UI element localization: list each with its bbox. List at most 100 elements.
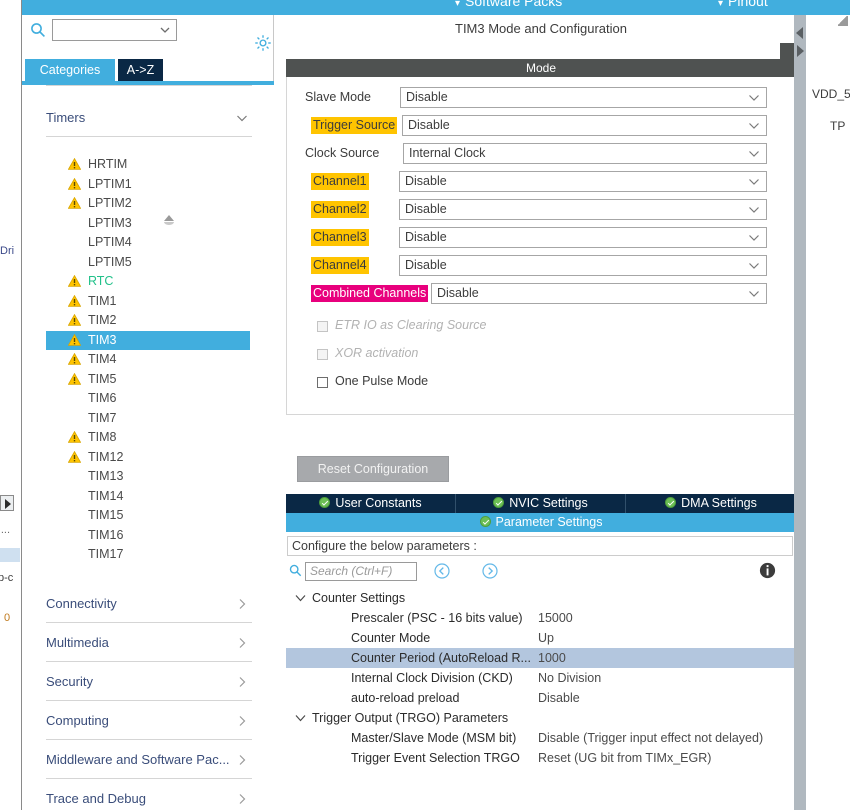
category-row[interactable]: Middleware and Software Pac... — [46, 741, 252, 779]
sidebar-item-tim13[interactable]: TIM13 — [46, 467, 250, 486]
category-timers[interactable]: Timers — [22, 99, 274, 137]
mode-select-value: Disable — [437, 286, 479, 300]
sidebar-item-tim17[interactable]: TIM17 — [46, 545, 250, 564]
sidebar-item-tim5[interactable]: TIM5 — [46, 370, 250, 389]
param-row[interactable]: Counter Period (AutoReload R... 1000 — [286, 648, 796, 668]
param-group-counter-settings[interactable]: Counter Settings — [286, 588, 796, 608]
param-row[interactable]: Counter Mode Up — [286, 628, 796, 648]
mode-select-clock-source[interactable]: Internal Clock — [403, 143, 767, 164]
mode-select-combined-channels[interactable]: Disable — [431, 283, 767, 304]
sidebar-item-lptim5[interactable]: LPTIM5 — [46, 253, 250, 272]
param-value[interactable]: 15000 — [538, 608, 573, 628]
sidebar-item-label: TIM12 — [88, 449, 124, 464]
param-value[interactable]: Reset (UG bit from TIMx_EGR) — [538, 748, 711, 768]
parameter-search-input[interactable]: Search (Ctrl+F) — [305, 562, 417, 581]
warning-icon — [68, 372, 81, 385]
param-value[interactable]: No Division — [538, 668, 601, 688]
sidebar-item-label: TIM3 — [88, 332, 117, 347]
sidebar-item-tim7[interactable]: TIM7 — [46, 409, 250, 428]
chevron-down-icon[interactable] — [295, 593, 306, 603]
tab-parameter-settings[interactable]: Parameter Settings — [286, 513, 796, 532]
param-value[interactable]: Disable (Trigger input effect not delaye… — [538, 728, 763, 748]
sidebar-item-tim12[interactable]: TIM12 — [46, 448, 250, 467]
gear-icon[interactable] — [254, 34, 272, 52]
configuration-tabs-row1: User Constants NVIC Settings DMA Settings — [286, 494, 796, 513]
tab-user-constants[interactable]: User Constants — [286, 494, 456, 513]
category-multimedia[interactable]: Multimedia — [22, 624, 274, 662]
chevron-left-circle-icon[interactable] — [434, 563, 450, 579]
tab-dma-settings[interactable]: DMA Settings — [626, 494, 796, 513]
tab-categories[interactable]: Categories — [25, 59, 115, 81]
category-middleware-and-software-pac[interactable]: Middleware and Software Pac... — [22, 741, 274, 779]
param-group-trigger-output-trgo-parameters[interactable]: Trigger Output (TRGO) Parameters — [286, 708, 796, 728]
mode-select-value: Internal Clock — [409, 146, 486, 160]
category-row[interactable]: Computing — [46, 702, 252, 740]
sidebar-item-lptim4[interactable]: LPTIM4 — [46, 233, 250, 252]
tab-nvic-settings[interactable]: NVIC Settings — [456, 494, 626, 513]
mode-select-channel2[interactable]: Disable — [399, 199, 767, 220]
mode-select-slave-mode[interactable]: Disable — [400, 87, 767, 108]
category-row[interactable]: Timers — [46, 99, 252, 137]
sidebar-item-tim4[interactable]: TIM4 — [46, 350, 250, 369]
sidebar-item-lptim1[interactable]: LPTIM1 — [46, 175, 250, 194]
category-row[interactable]: Connectivity — [46, 585, 252, 623]
param-row[interactable]: Master/Slave Mode (MSM bit) Disable (Trig… — [286, 728, 796, 748]
param-row[interactable]: Internal Clock Division (CKD) No Division — [286, 668, 796, 688]
tab-a-to-z[interactable]: A->Z — [118, 59, 163, 81]
checkbox-one-pulse-mode[interactable] — [317, 377, 328, 388]
sidebar-item-tim8[interactable]: TIM8 — [46, 428, 250, 447]
mode-select-channel4[interactable]: Disable — [399, 255, 767, 276]
chevron-down-icon[interactable] — [295, 713, 306, 723]
sidebar-item-tim1[interactable]: TIM1 — [46, 292, 250, 311]
tab-label: DMA Settings — [681, 496, 757, 510]
param-value[interactable]: Up — [538, 628, 554, 648]
category-row[interactable]: Trace and Debug — [46, 780, 252, 810]
expand-right-arrow-icon[interactable] — [794, 43, 806, 59]
sidebar-item-lptim2[interactable]: LPTIM2 — [46, 194, 250, 213]
param-row[interactable]: Trigger Event Selection TRGO Reset (UG bi… — [286, 748, 796, 768]
tab-label: User Constants — [335, 496, 422, 510]
mode-select-trigger-source[interactable]: Disable — [402, 115, 767, 136]
sidebar-item-tim3[interactable]: TIM3 — [46, 330, 250, 350]
sidebar-item-hrtim[interactable]: HRTIM — [46, 155, 250, 174]
expand-arrow-button[interactable] — [0, 495, 14, 511]
reset-configuration-button[interactable]: Reset Configuration — [297, 456, 449, 482]
sidebar-item-lptim3[interactable]: LPTIM3 — [46, 214, 250, 233]
check-circle-icon — [479, 516, 491, 527]
checkbox-etr-io-as-clearing-source — [317, 321, 328, 332]
mode-row-channel1: Channel1 Disable — [287, 169, 797, 197]
sidebar-item-tim16[interactable]: TIM16 — [46, 526, 250, 545]
info-icon[interactable] — [759, 562, 776, 579]
mode-select-channel3[interactable]: Disable — [399, 227, 767, 248]
mode-and-configuration-panel: TIM3 Mode and Configuration Mode Slave M… — [286, 15, 796, 810]
search-combobox[interactable] — [52, 19, 177, 41]
param-value[interactable]: Disable — [538, 688, 580, 708]
category-row[interactable]: Multimedia — [46, 624, 252, 662]
chevron-right-icon — [239, 794, 246, 804]
menu-item-software-packs[interactable]: ▾ Software Packs — [455, 0, 562, 9]
param-row[interactable]: auto-reload preload Disable — [286, 688, 796, 708]
param-group-label: Trigger Output (TRGO) Parameters — [312, 711, 509, 725]
param-value[interactable]: 1000 — [538, 648, 566, 668]
category-trace-and-debug[interactable]: Trace and Debug — [22, 780, 274, 810]
category-row[interactable]: Security — [46, 663, 252, 701]
sidebar-item-tim2[interactable]: TIM2 — [46, 311, 250, 330]
category-connectivity[interactable]: Connectivity — [22, 585, 274, 623]
category-security[interactable]: Security — [22, 663, 274, 701]
sidebar-item-tim14[interactable]: TIM14 — [46, 487, 250, 506]
sidebar-item-rtc[interactable]: RTC — [46, 272, 250, 291]
chevron-right-circle-icon[interactable] — [482, 563, 498, 579]
param-row[interactable]: Prescaler (PSC - 16 bits value) 15000 — [286, 608, 796, 628]
checkbox-label: XOR activation — [335, 346, 419, 360]
collapse-left-arrow-icon[interactable] — [794, 25, 806, 41]
sidebar-item-tim6[interactable]: TIM6 — [46, 389, 250, 408]
sidebar-item-tim15[interactable]: TIM15 — [46, 506, 250, 525]
category-computing[interactable]: Computing — [22, 702, 274, 740]
mode-box: Slave Mode Disable Trigger Source Disable Cl… — [286, 77, 796, 415]
vertical-splitter[interactable] — [794, 15, 806, 810]
mode-select-channel1[interactable]: Disable — [399, 171, 767, 192]
menu-item-pinout[interactable]: ▾ Pinout — [718, 0, 768, 9]
checkbox-row-one-pulse-mode[interactable]: One Pulse Mode — [287, 373, 797, 397]
window-resize-grip[interactable] — [838, 16, 848, 26]
search-icon — [289, 564, 302, 577]
